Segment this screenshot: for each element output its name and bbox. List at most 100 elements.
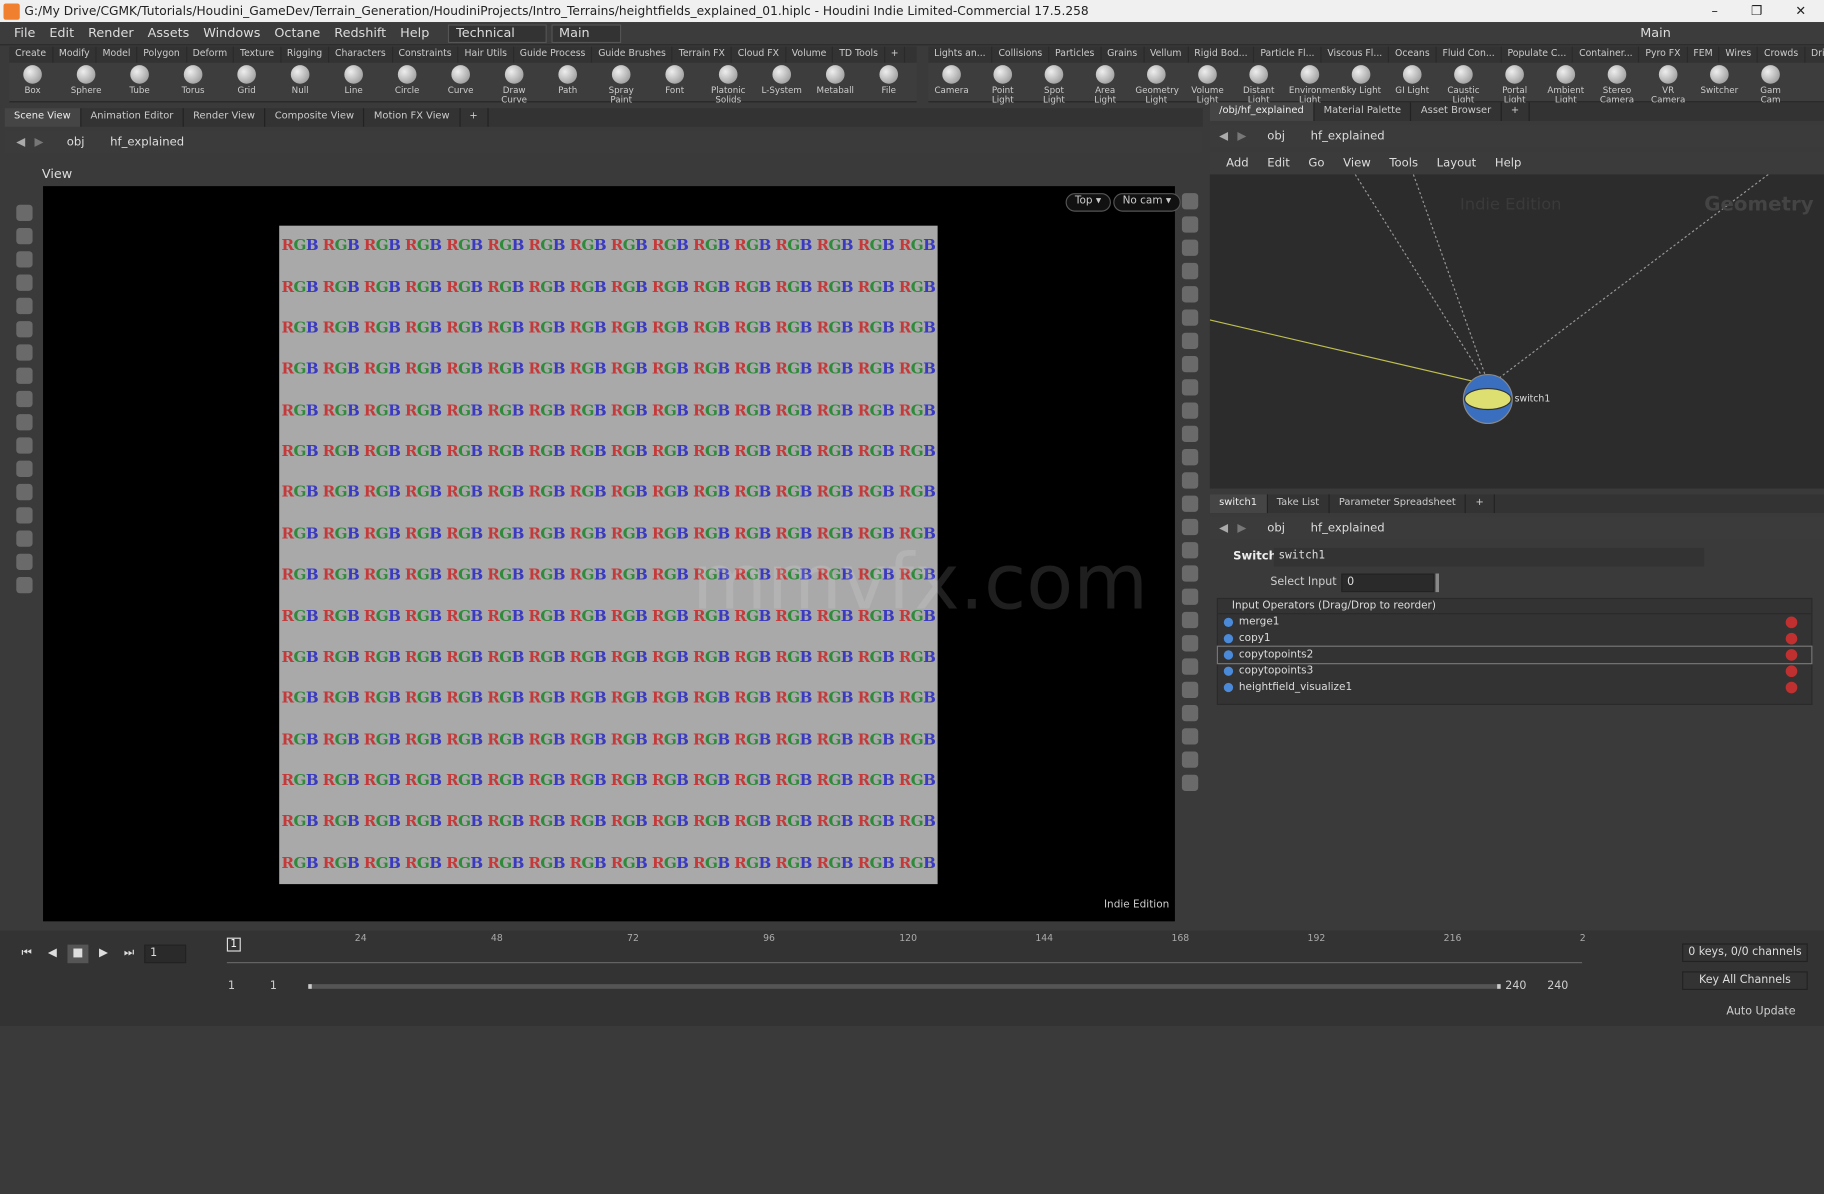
select-input-slider[interactable] <box>1435 573 1440 593</box>
range-slider[interactable] <box>308 984 1501 989</box>
tool-l-system[interactable]: L-System <box>761 65 803 95</box>
tool-portal-light[interactable]: Portal Light <box>1494 65 1536 105</box>
shelf-tab-wires[interactable]: Wires <box>1720 46 1759 63</box>
forward-arrow-icon[interactable]: ▶ <box>1237 522 1246 535</box>
tool-button-icon[interactable] <box>1181 611 1199 629</box>
shelf-tab-model[interactable]: Model <box>97 46 138 63</box>
tool-area-light[interactable]: Area Light <box>1084 65 1126 105</box>
node-name-field[interactable]: switch1 <box>1273 547 1705 567</box>
tool-file[interactable]: File <box>868 65 910 95</box>
input-operator-row[interactable]: copytopoints2 <box>1216 645 1813 665</box>
network-menu-help[interactable]: Help <box>1495 156 1522 169</box>
desktop-dropdown[interactable]: Technical <box>447 23 547 43</box>
shelf-tab-pyro-fx[interactable]: Pyro FX <box>1640 46 1688 63</box>
shelf-tab-modify[interactable]: Modify <box>53 46 97 63</box>
tool-button-icon[interactable] <box>1181 449 1199 466</box>
input-operator-row[interactable]: merge1 <box>1218 614 1811 630</box>
shelf-tab-hair-utils[interactable]: Hair Utils <box>459 46 514 63</box>
shelf-tab-drive-sim[interactable]: Drive Sim... <box>1805 47 1824 63</box>
tool-button-icon[interactable] <box>16 460 33 477</box>
close-button[interactable]: ✕ <box>1780 0 1822 22</box>
tool-stereo-camera[interactable]: Stereo Camera <box>1596 65 1638 105</box>
tool-sky-light[interactable]: Sky Light <box>1340 65 1382 95</box>
network-menu-tools[interactable]: Tools <box>1389 156 1418 169</box>
menu-help[interactable]: Help <box>393 26 436 41</box>
shelf-tab-fem[interactable]: FEM <box>1688 46 1720 63</box>
tool-sphere[interactable]: Sphere <box>65 65 107 95</box>
path-obj[interactable]: obj <box>1267 130 1285 143</box>
tool-button-icon[interactable] <box>16 344 33 361</box>
tab-parameter-spreadsheet[interactable]: Parameter Spreadsheet <box>1330 494 1467 514</box>
shelf-tab-crowds[interactable]: Crowds <box>1758 46 1806 63</box>
tool-button-icon[interactable] <box>16 228 33 245</box>
tool-button-icon[interactable] <box>16 507 33 524</box>
view-label[interactable]: View <box>42 166 72 181</box>
tool-box[interactable]: Box <box>12 65 54 95</box>
tool-tube[interactable]: Tube <box>119 65 161 95</box>
tool-point-light[interactable]: Point Light <box>982 65 1024 105</box>
shelf-tab-particles[interactable]: Particles <box>1049 46 1102 63</box>
tool-button-icon[interactable] <box>1181 309 1199 326</box>
tool-button-icon[interactable] <box>16 274 33 291</box>
shelf-tab-texture[interactable]: Texture <box>234 46 282 63</box>
tool-button-icon[interactable] <box>1181 402 1199 419</box>
tool-environment-light[interactable]: Environment Light <box>1289 65 1345 105</box>
tool-ambient-light[interactable]: Ambient Light <box>1545 65 1587 105</box>
tool-curve[interactable]: Curve <box>440 65 482 95</box>
tool-button-icon[interactable] <box>1181 751 1199 768</box>
path-node[interactable]: hf_explained <box>1311 130 1385 143</box>
tool-vr-camera[interactable]: VR Camera <box>1647 65 1689 105</box>
tool-button-icon[interactable] <box>16 553 33 571</box>
network-menu-go[interactable]: Go <box>1308 156 1324 169</box>
remove-input-icon[interactable] <box>1785 649 1798 661</box>
tool-button-icon[interactable] <box>16 367 33 384</box>
tool-button-icon[interactable] <box>1181 239 1199 256</box>
tool-switcher[interactable]: Switcher <box>1698 65 1740 95</box>
tool-button-icon[interactable] <box>16 530 33 547</box>
tab-render-view[interactable]: Render View <box>184 108 266 127</box>
tool-camera[interactable]: Camera <box>931 65 973 95</box>
tool-button-icon[interactable] <box>1181 542 1199 559</box>
network-menu-view[interactable]: View <box>1343 156 1371 169</box>
tool-button-icon[interactable] <box>1181 379 1199 396</box>
current-frame-marker[interactable]: 1 <box>226 937 241 952</box>
shelf-tab-guide-process[interactable]: Guide Process <box>514 46 593 63</box>
tool-font[interactable]: Font <box>654 65 696 95</box>
range-end-2[interactable]: 240 <box>1547 979 1568 992</box>
tool-gi-light[interactable]: GI Light <box>1391 65 1433 95</box>
tool-distant-light[interactable]: Distant Light <box>1238 65 1280 105</box>
back-arrow-icon[interactable]: ◀ <box>1219 522 1228 535</box>
tool-spray-paint[interactable]: Spray Paint <box>600 65 642 105</box>
input-operator-row[interactable]: copy1 <box>1218 631 1811 647</box>
tab-switch1[interactable]: switch1 <box>1209 494 1268 514</box>
shelf-tab-rigid-bod[interactable]: Rigid Bod... <box>1188 46 1255 63</box>
main-dropdown[interactable]: Main <box>550 23 622 43</box>
tool-button-icon[interactable] <box>1181 728 1199 745</box>
tab-scene-view[interactable]: Scene View <box>4 108 82 127</box>
range-start-2[interactable]: 1 <box>270 979 277 992</box>
tool-platonic-solids[interactable]: Platonic Solids <box>707 65 749 105</box>
tool-circle[interactable]: Circle <box>386 65 428 95</box>
menu-assets[interactable]: Assets <box>141 26 197 41</box>
minimize-button[interactable]: – <box>1694 0 1736 22</box>
remove-input-icon[interactable] <box>1785 632 1798 645</box>
remove-input-icon[interactable] <box>1785 665 1798 678</box>
tool-button-icon[interactable] <box>1181 216 1199 233</box>
tool-button-icon[interactable] <box>1181 704 1199 722</box>
path-node[interactable]: hf_explained <box>110 136 184 149</box>
shelf-tab-add[interactable]: + <box>885 46 906 63</box>
current-frame-field[interactable]: 1 <box>144 944 187 964</box>
tool-button-icon[interactable] <box>16 297 33 315</box>
tool-button-icon[interactable] <box>16 204 33 222</box>
path-obj[interactable]: obj <box>1267 522 1285 535</box>
range-start[interactable]: 1 <box>228 979 235 992</box>
shelf-tab-vellum[interactable]: Vellum <box>1144 46 1189 63</box>
tool-caustic-light[interactable]: Caustic Light <box>1442 65 1484 105</box>
jump-start-button[interactable]: ⏮ <box>16 945 37 964</box>
tool-gam-cam[interactable]: Gam Cam <box>1750 65 1792 105</box>
shelf-tab-td-tools[interactable]: TD Tools <box>833 46 885 63</box>
tab-animation-editor[interactable]: Animation Editor <box>81 108 184 127</box>
tool-button-icon[interactable] <box>1181 472 1199 489</box>
tool-metaball[interactable]: Metaball <box>814 65 856 95</box>
shelf-tab-container[interactable]: Container... <box>1573 46 1640 63</box>
